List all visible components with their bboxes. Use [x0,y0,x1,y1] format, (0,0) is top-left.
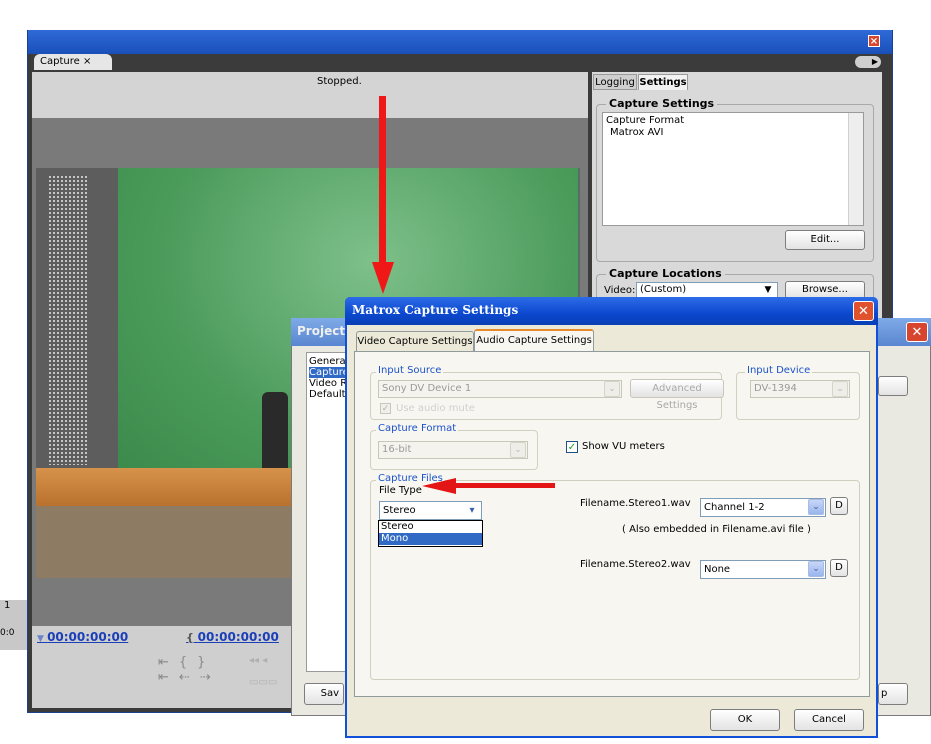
project-dialog-title: Project [297,324,346,338]
list-item[interactable]: Video R [309,378,349,389]
file-type-label: File Type [379,485,422,496]
capture-tab-label: Capture [40,56,80,67]
save-button[interactable]: Sav [304,683,344,705]
list-item[interactable]: Default [309,389,349,400]
capture-format-scrollbar[interactable] [848,113,863,225]
list-item[interactable]: Mono [379,533,482,545]
input-device-label: Input Device [745,365,813,376]
capture-format-label: Capture Format [606,115,685,126]
tab-video-capture-settings[interactable]: Video Capture Settings [356,331,474,351]
video-label: Video: [604,285,636,296]
timeline-edge-timecode: 0:0 [0,628,15,638]
timeline-edge: 1 0:0 [0,600,27,650]
timecode-out[interactable]: { 00:00:00:00 [186,630,279,644]
matrox-close-icon[interactable]: ✕ [853,301,874,321]
capture-tab-close-icon[interactable]: × [83,56,91,67]
list-item[interactable]: General [309,356,349,367]
list-item[interactable]: Stereo [379,521,482,533]
ok-button[interactable]: OK [710,709,780,731]
capture-titlebar [28,30,892,54]
capture-format-list: Capture Format Matrox AVI [602,112,864,226]
tab-logging[interactable]: Logging [593,74,637,90]
acoustic-panel-pattern [48,175,88,465]
chevron-down-icon[interactable]: ⌄ [510,442,526,458]
timecode-in[interactable]: ▼ 00:00:00:00 [37,630,128,644]
edit-button[interactable]: Edit... [785,230,865,250]
file2-name: Filename.Stereo2.wav [580,559,691,570]
panel-menu-icon[interactable]: ▶ [855,56,881,68]
transport-jog[interactable]: ◂◂ ◂ ▭▭▭ [249,655,293,703]
annotation-arrow-down [379,96,386,266]
file-type-dropdown-list[interactable]: Stereo Mono [378,520,483,547]
chevron-down-icon[interactable]: ▾ [464,503,480,518]
video-location-select[interactable]: (Custom) [636,282,778,298]
annotation-arrow-left [455,483,555,488]
project-close-icon[interactable]: ✕ [906,322,928,342]
tab-audio-capture-settings[interactable]: Audio Capture Settings [474,329,594,352]
annotation-arrow-down-head [372,262,394,294]
chevron-down-icon[interactable]: ⌄ [832,381,848,397]
chevron-down-icon[interactable]: ▼ [760,283,776,297]
capture-status-text: Stopped. [317,76,362,87]
capture-status-bar: Stopped. [32,72,588,118]
show-vu-checkbox[interactable]: ✓ [566,441,578,453]
capture-format-select[interactable]: 16-bit [378,441,528,459]
advanced-settings-button[interactable]: Advanced Settings [630,379,724,411]
file2-d-button[interactable]: D [830,559,848,577]
list-item[interactable]: Capture [309,367,349,378]
timeline-edge-number: 1 [4,600,11,611]
matrox-dialog-titlebar: Matrox Capture Settings [345,297,878,325]
project-side-button[interactable] [878,376,908,396]
audio-mute-checkbox[interactable]: ✓ [380,403,391,414]
tab-settings[interactable]: Settings [638,74,688,90]
file1-d-button[interactable]: D [830,497,848,515]
file1-note: ( Also embedded in Filename.avi file ) [622,524,811,535]
transport-controls[interactable]: ⇤{} ⇤⇠⇢ [158,655,230,703]
input-source-select[interactable]: Sony DV Device 1 [378,380,622,398]
capture-format-group-label: Capture Format [376,423,459,434]
matrox-dialog-title: Matrox Capture Settings [352,303,519,317]
capture-locations-title: Capture Locations [606,267,725,280]
capture-settings-title: Capture Settings [606,97,718,110]
capture-tab[interactable]: Capture × [34,54,112,70]
capture-close-icon[interactable]: × [868,35,880,47]
chevron-down-icon[interactable]: ⌄ [808,561,824,577]
capture-format-value: Matrox AVI [610,127,664,138]
chevron-down-icon[interactable]: ⌄ [808,499,824,515]
help-button[interactable]: p [878,683,908,705]
annotation-arrow-left-head [422,478,456,494]
file1-name: Filename.Stereo1.wav [580,498,691,509]
show-vu-label: Show VU meters [582,441,665,452]
input-source-label: Input Source [376,365,444,376]
cancel-button[interactable]: Cancel [794,709,864,731]
chevron-down-icon[interactable]: ⌄ [604,381,620,397]
audio-mute-label: Use audio mute [396,403,475,414]
